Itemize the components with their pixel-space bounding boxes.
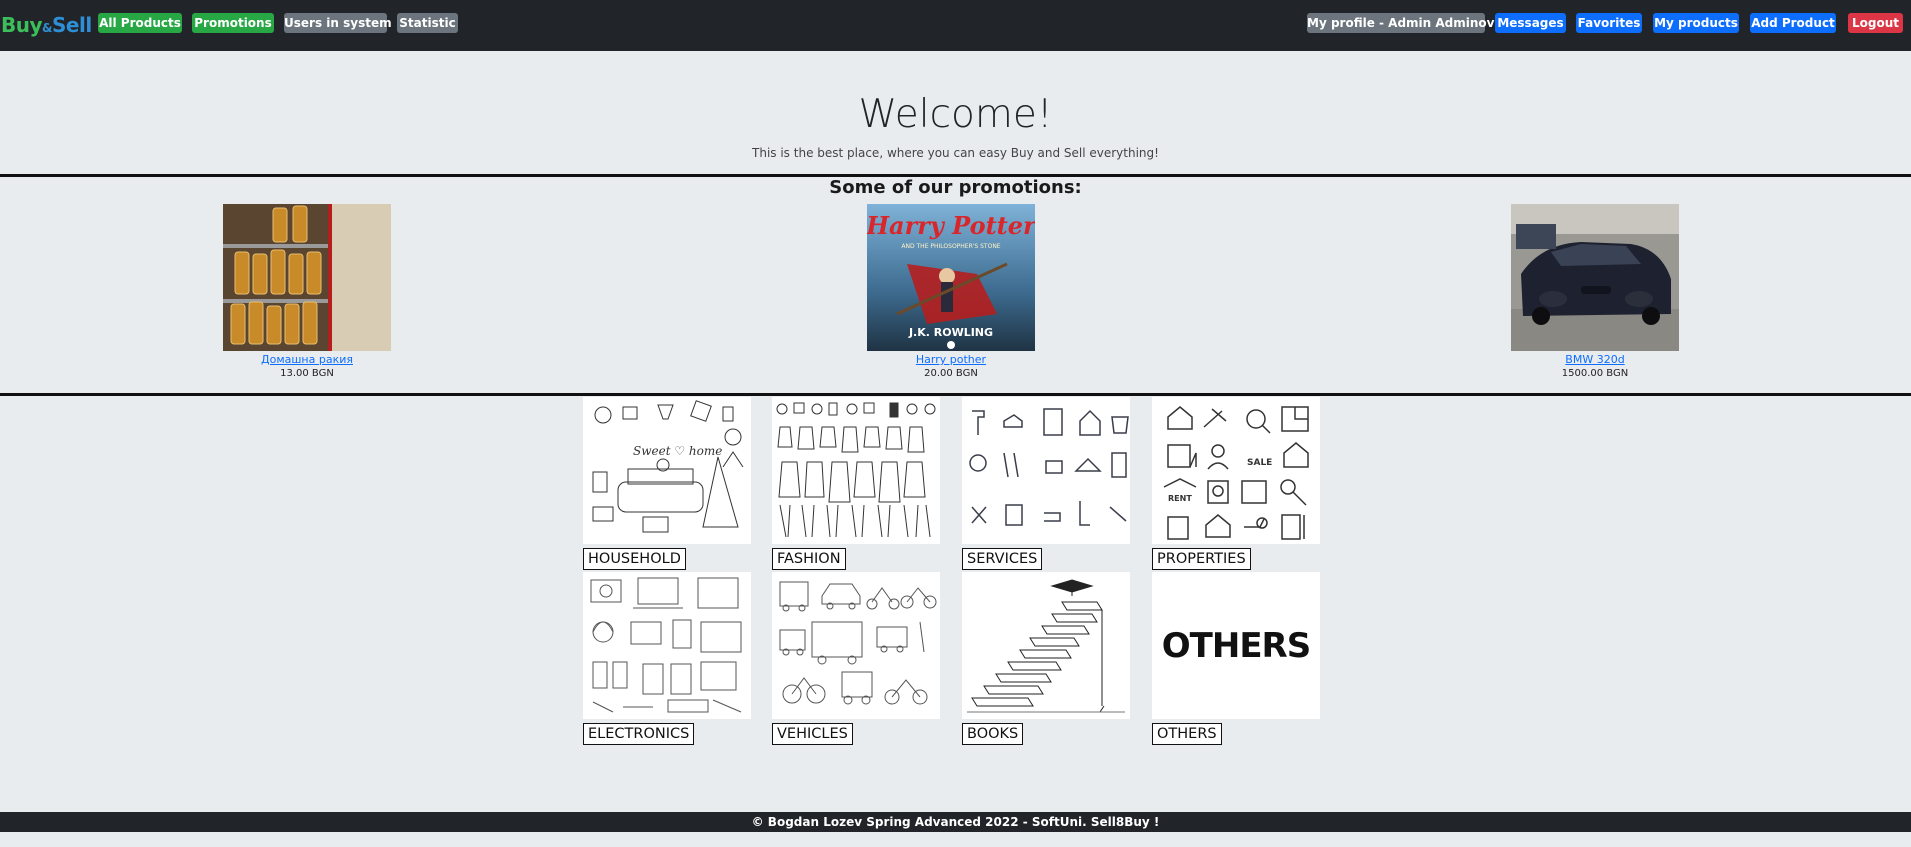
my-products-button[interactable]: My products (1653, 13, 1739, 33)
household-sweet-home-text: Sweet ♡ home (633, 444, 722, 458)
add-product-button[interactable]: Add Product (1750, 13, 1836, 33)
category-others-image[interactable]: OTHERS (1152, 572, 1320, 719)
category-electronics-image[interactable] (583, 572, 751, 719)
my-profile-button[interactable]: My profile - Admin Adminov (1307, 13, 1495, 33)
promotion-image-rakia[interactable] (223, 204, 391, 351)
category-books-image[interactable] (962, 572, 1130, 719)
promotion-name-link[interactable]: BMW 320d (1511, 353, 1679, 366)
statistic-button[interactable]: Statistic (397, 13, 458, 33)
category-electronics-label[interactable]: ELECTRONICS (583, 723, 695, 745)
book-cover-subtitle: AND THE PHILOSOPHER'S STONE (901, 243, 1000, 250)
category-electronics: ELECTRONICS (583, 572, 751, 747)
category-services: SERVICES (962, 397, 1130, 572)
all-products-button[interactable]: All Products (98, 13, 182, 33)
logout-button[interactable]: Logout (1848, 13, 1903, 33)
book-cover-author: J.K. ROWLING (908, 326, 993, 339)
promotion-image-harry-potter[interactable]: Harry Potter AND THE PHILOSOPHER'S STONE… (867, 204, 1035, 351)
promotion-price: 20.00 BGN (924, 368, 978, 379)
category-books-label[interactable]: BOOKS (962, 723, 1024, 745)
category-fashion-image[interactable] (772, 397, 940, 544)
promotions-button[interactable]: Promotions (192, 13, 274, 33)
promotion-name-link[interactable]: Harry pother (867, 353, 1035, 366)
favorites-button[interactable]: Favorites (1576, 13, 1642, 33)
category-properties-label[interactable]: PROPERTIES (1152, 548, 1251, 570)
svg-text:RENT: RENT (1168, 494, 1192, 503)
book-cover-title: Harry Potter (867, 211, 1035, 240)
brand-ampersand: & (42, 21, 52, 35)
category-vehicles-image[interactable] (772, 572, 940, 719)
brand-logo[interactable]: Buy&Sell (1, 13, 92, 37)
divider-bottom (0, 393, 1911, 396)
category-vehicles: VEHICLES (772, 572, 940, 747)
category-properties: SALE RENT PROPERTIES (1152, 397, 1320, 572)
category-books: BOOKS (962, 572, 1130, 747)
category-services-label[interactable]: SERVICES (962, 548, 1043, 570)
messages-button[interactable]: Messages (1495, 13, 1566, 33)
page-tagline: This is the best place, where you can ea… (752, 146, 1159, 160)
promotion-card: BMW 320d 1500.00 BGN (1511, 204, 1679, 379)
promotion-name-link[interactable]: Домашна ракия (223, 353, 391, 366)
category-others: OTHERS OTHERS (1152, 572, 1320, 747)
svg-text:SALE: SALE (1247, 458, 1272, 468)
category-others-label[interactable]: OTHERS (1152, 723, 1222, 745)
category-household-label[interactable]: HOUSEHOLD (583, 548, 686, 570)
promotion-price: 1500.00 BGN (1561, 368, 1629, 379)
promotion-card: Harry Potter AND THE PHILOSOPHER'S STONE… (867, 204, 1035, 379)
category-fashion-label[interactable]: FASHION (772, 548, 846, 570)
brand-part-sell: Sell (52, 13, 92, 37)
promotion-card: Домашна ракия 13.00 BGN (223, 204, 391, 379)
page-footer: © Bogdan Lozev Spring Advanced 2022 - So… (0, 812, 1911, 832)
others-image-text: OTHERS (1161, 625, 1311, 666)
category-properties-image[interactable]: SALE RENT (1152, 397, 1320, 544)
category-household: Sweet ♡ home HOUSEHOLD (583, 397, 751, 572)
category-services-image[interactable] (962, 397, 1130, 544)
page-title: Welcome! (858, 92, 1053, 137)
brand-part-buy: Buy (1, 13, 43, 37)
category-vehicles-label[interactable]: VEHICLES (772, 723, 853, 745)
promotion-image-bmw[interactable] (1511, 204, 1679, 351)
promotion-price: 13.00 BGN (280, 368, 334, 379)
top-navbar: Buy&Sell All Products Promotions Users i… (0, 0, 1911, 51)
users-in-system-button[interactable]: Users in system (284, 13, 392, 33)
promotions-heading: Some of our promotions: (829, 177, 1082, 198)
category-fashion: FASHION (772, 397, 940, 572)
category-household-image[interactable]: Sweet ♡ home (583, 397, 751, 544)
